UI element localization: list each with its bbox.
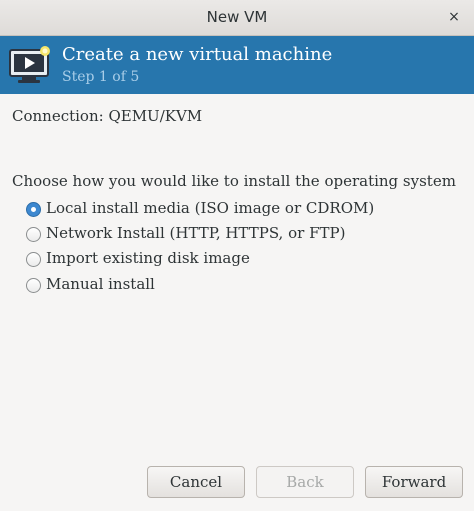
wizard-banner: Create a new virtual machine Step 1 of 5 <box>0 36 474 94</box>
wizard-step: Step 1 of 5 <box>62 69 140 85</box>
radio-manual-install[interactable] <box>26 278 41 293</box>
install-prompt: Choose how you would like to install the… <box>12 172 456 190</box>
option-label: Local install media (ISO image or CDROM) <box>46 199 375 217</box>
back-button[interactable]: Back <box>256 466 354 498</box>
option-label: Network Install (HTTP, HTTPS, or FTP) <box>46 224 346 242</box>
virtual-machine-icon <box>9 46 50 83</box>
wizard-heading: Create a new virtual machine <box>62 44 333 65</box>
window-titlebar: New VM × <box>0 0 474 36</box>
cancel-button[interactable]: Cancel <box>147 466 245 498</box>
forward-button[interactable]: Forward <box>365 466 463 498</box>
option-label: Manual install <box>46 275 155 293</box>
radio-import-disk[interactable] <box>26 252 41 267</box>
option-label: Import existing disk image <box>46 249 250 267</box>
radio-local-media[interactable] <box>26 202 41 217</box>
connection-label: Connection: QEMU/KVM <box>12 107 203 125</box>
close-icon[interactable]: × <box>444 7 464 27</box>
radio-network-install[interactable] <box>26 227 41 242</box>
window-title: New VM <box>206 8 268 26</box>
